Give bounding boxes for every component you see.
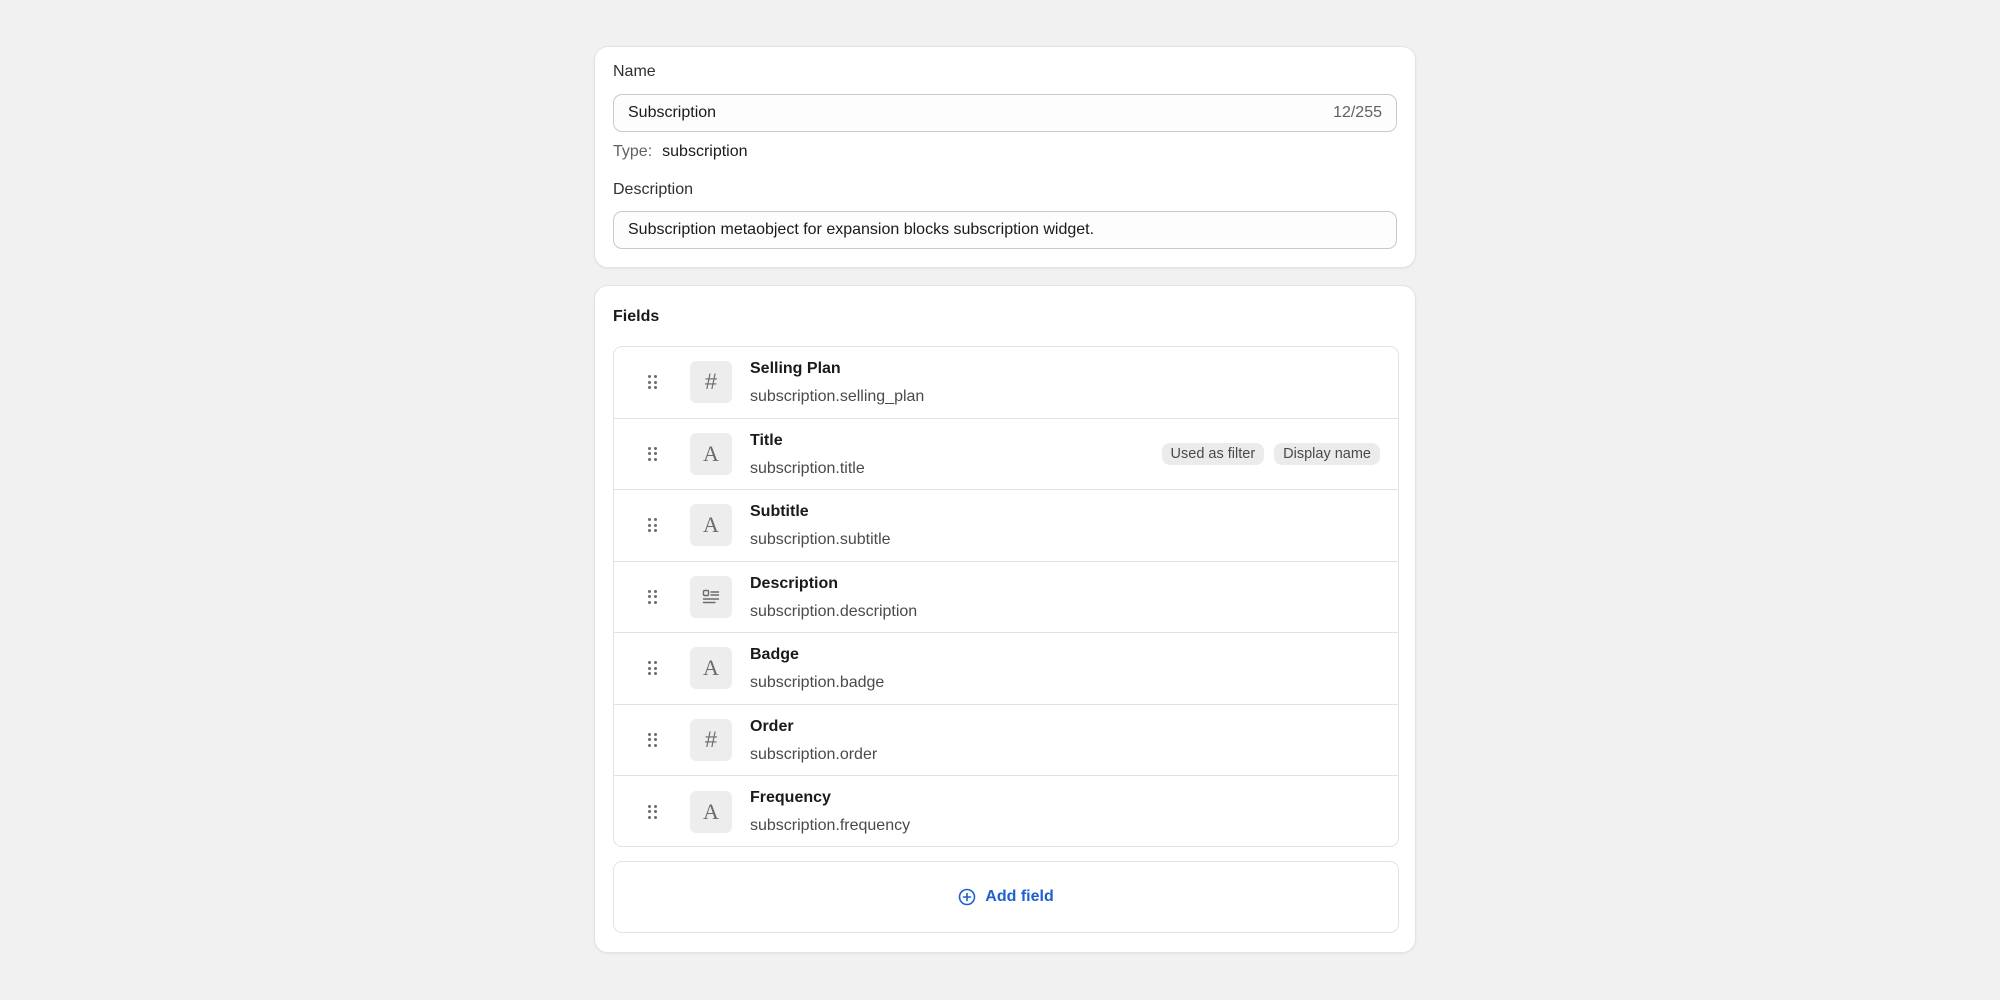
drag-handle-icon[interactable] [648,661,657,676]
drag-handle-icon[interactable] [648,732,657,747]
add-field-label: Add field [985,888,1054,905]
field-text: Badge subscription.badge [750,645,884,693]
add-field-button[interactable]: Add field [613,861,1399,933]
field-name: Selling Plan [750,360,841,377]
field-row[interactable]: A Title subscription.title Used as filter Di… [614,419,1398,490]
field-row[interactable]: A Subtitle subscription.subtitle [614,490,1398,562]
status-badge: Used as filter [1161,442,1265,465]
drag-handle-icon[interactable] [648,518,657,533]
text-icon: A [690,790,732,833]
name-label: Name [613,63,656,80]
field-key: subscription.badge [750,674,885,691]
field-badges: Used as filter Display name [1161,442,1380,465]
field-name: Order [750,717,794,735]
field-list: # Selling Plan subscription.selling_plan A T… [613,346,1399,847]
drag-handle-icon[interactable] [648,589,657,604]
plus-circle-icon [958,888,976,906]
hash-icon: # [690,718,732,761]
field-name: Badge [750,646,799,663]
field-name: Frequency [750,789,831,806]
drag-handle-icon[interactable] [648,804,657,819]
field-key: subscription.description [750,602,918,620]
field-name: Subtitle [750,503,809,520]
type-row: Type: subscription [613,143,748,161]
field-text: Description subscription.description [750,574,917,622]
field-row[interactable]: Description subscription.description [614,562,1398,633]
name-input[interactable]: Subscription 12/255 [613,94,1397,132]
field-key: subscription.order [750,745,878,763]
name-input-value: Subscription [628,104,717,121]
description-label: Description [613,181,694,198]
field-row[interactable]: A Badge subscription.badge [614,633,1398,705]
type-label: Type: [613,143,653,160]
status-badge: Display name [1274,442,1380,465]
name-char-count: 12/255 [1333,104,1382,121]
description-input-value: Subscription metaobject for expansion bl… [628,221,1095,238]
text-icon: A [690,432,732,475]
field-text: Order subscription.order [750,717,877,765]
field-key: subscription.title [750,459,865,477]
field-text: Subtitle subscription.subtitle [750,502,891,550]
field-row[interactable]: A Frequency subscription.frequency [614,776,1398,846]
field-name: Title [750,431,783,449]
multiline-text-icon [690,575,732,618]
field-row[interactable]: # Order subscription.order [614,705,1398,776]
field-key: subscription.selling_plan [750,388,925,405]
field-key: subscription.subtitle [750,531,891,548]
field-text: Selling Plan subscription.selling_plan [750,359,924,407]
field-row[interactable]: # Selling Plan subscription.selling_plan [614,347,1398,419]
field-key: subscription.frequency [750,817,911,834]
hash-icon: # [690,361,732,404]
field-text: Frequency subscription.frequency [750,788,910,836]
text-icon: A [690,504,732,547]
field-text: Title subscription.title [750,431,865,479]
type-value: subscription [662,143,748,160]
drag-handle-icon[interactable] [648,446,657,461]
fields-card: Fields # Selling Plan subscription.selling… [594,285,1416,953]
field-name: Description [750,574,839,592]
drag-handle-icon[interactable] [648,375,657,390]
fields-title: Fields [613,308,660,325]
description-input[interactable]: Subscription metaobject for expansion bl… [613,211,1397,249]
general-card: Name Subscription 12/255 Type: subscript… [594,46,1416,268]
text-icon: A [690,647,732,690]
